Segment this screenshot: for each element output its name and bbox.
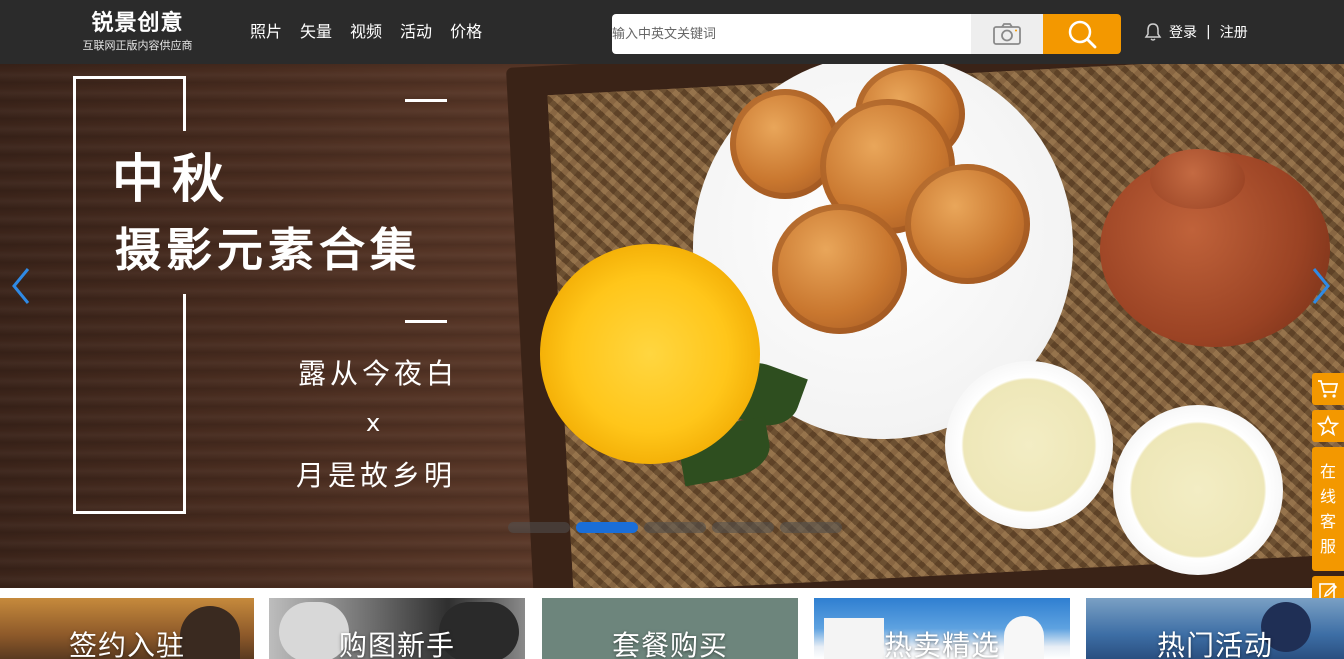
bell-icon[interactable] <box>1143 22 1163 42</box>
banner-subtitle: 摄影元素合集 <box>115 223 421 277</box>
category-card-join[interactable]: 签约入驻 <box>0 598 254 659</box>
banner-title: 中秋 <box>112 150 233 210</box>
online-service-char: 服 <box>1319 537 1336 556</box>
text-frame <box>183 294 186 514</box>
banner-poem-x: x <box>366 409 381 437</box>
nav-item-photos[interactable]: 照片 <box>250 20 282 44</box>
carousel-next-button[interactable] <box>1306 264 1336 308</box>
search-input[interactable] <box>612 14 971 54</box>
carousel-dot[interactable] <box>780 522 842 533</box>
favorites-button[interactable] <box>1312 410 1344 442</box>
top-header: 锐景创意 互联网正版内容供应商 照片 矢量 视频 活动 价格 输入中英文关键词 … <box>0 0 1344 64</box>
logo-title: 锐景创意 <box>91 11 184 36</box>
site-logo[interactable]: 锐景创意 互联网正版内容供应商 <box>70 10 205 53</box>
online-service-button[interactable]: 在 线 客 服 <box>1312 447 1344 571</box>
category-card-bestsellers[interactable]: 热卖精选 <box>814 598 1070 659</box>
banner-poem-line: 月是故乡明 <box>296 459 457 492</box>
teapot-lid-image <box>1150 149 1245 209</box>
carousel-dot[interactable] <box>644 522 706 533</box>
category-card-package[interactable]: 套餐购买 <box>542 598 798 659</box>
star-icon <box>1317 415 1339 437</box>
camera-icon <box>993 23 1021 45</box>
image-search-button[interactable] <box>971 14 1043 54</box>
online-service-char: 客 <box>1319 512 1336 531</box>
carousel-dot-active[interactable] <box>576 522 638 533</box>
login-link[interactable]: 登录 <box>1169 22 1197 42</box>
category-card-beginner[interactable]: 购图新手 <box>269 598 525 659</box>
mooncake-image <box>905 164 1030 284</box>
chevron-left-icon <box>12 268 30 304</box>
nav-item-vectors[interactable]: 矢量 <box>300 20 332 44</box>
card-label: 签约入驻 <box>68 629 185 659</box>
decor-line <box>405 99 447 102</box>
chrysanthemum-image <box>540 244 760 464</box>
category-cards: 签约入驻 购图新手 套餐购买 热卖精选 热门活动 <box>0 598 1344 659</box>
decor-line <box>405 320 447 323</box>
banner-poem-line: 露从今夜白 <box>298 357 459 390</box>
nav-item-videos[interactable]: 视频 <box>350 20 382 44</box>
text-frame <box>183 76 186 131</box>
nav-item-events[interactable]: 活动 <box>400 20 432 44</box>
search-button[interactable] <box>1043 14 1121 54</box>
hero-banner[interactable]: 中秋 摄影元素合集 露从今夜白 x 月是故乡明 <box>0 64 1344 588</box>
user-area: 登录 | 注册 <box>1143 22 1248 42</box>
register-link[interactable]: 注册 <box>1220 22 1248 42</box>
logo-subtitle: 互联网正版内容供应商 <box>82 39 193 52</box>
category-card-events[interactable]: 热门活动 <box>1086 598 1344 659</box>
card-label: 热卖精选 <box>883 629 1000 659</box>
card-label: 热门活动 <box>1156 629 1273 659</box>
online-service-char: 线 <box>1319 487 1336 506</box>
carousel-indicators <box>508 522 842 533</box>
card-label: 购图新手 <box>338 629 455 659</box>
login-register-separator: | <box>1206 24 1211 40</box>
card-label: 套餐购买 <box>611 629 728 659</box>
carousel-prev-button[interactable] <box>6 264 36 308</box>
mooncake-image <box>772 204 907 334</box>
carousel-dot[interactable] <box>712 522 774 533</box>
cart-button[interactable] <box>1312 373 1344 405</box>
nav-item-pricing[interactable]: 价格 <box>450 20 482 44</box>
carousel-dot[interactable] <box>508 522 570 533</box>
online-service-char: 在 <box>1319 462 1336 481</box>
search-bar <box>612 14 1121 54</box>
tea-cup-image <box>1113 405 1283 575</box>
chevron-right-icon <box>1312 268 1330 304</box>
cart-icon <box>1318 380 1339 398</box>
text-frame <box>73 76 186 514</box>
search-icon <box>1068 20 1097 49</box>
tea-cup-image <box>945 361 1113 529</box>
main-nav: 照片 矢量 视频 活动 价格 <box>250 20 482 44</box>
